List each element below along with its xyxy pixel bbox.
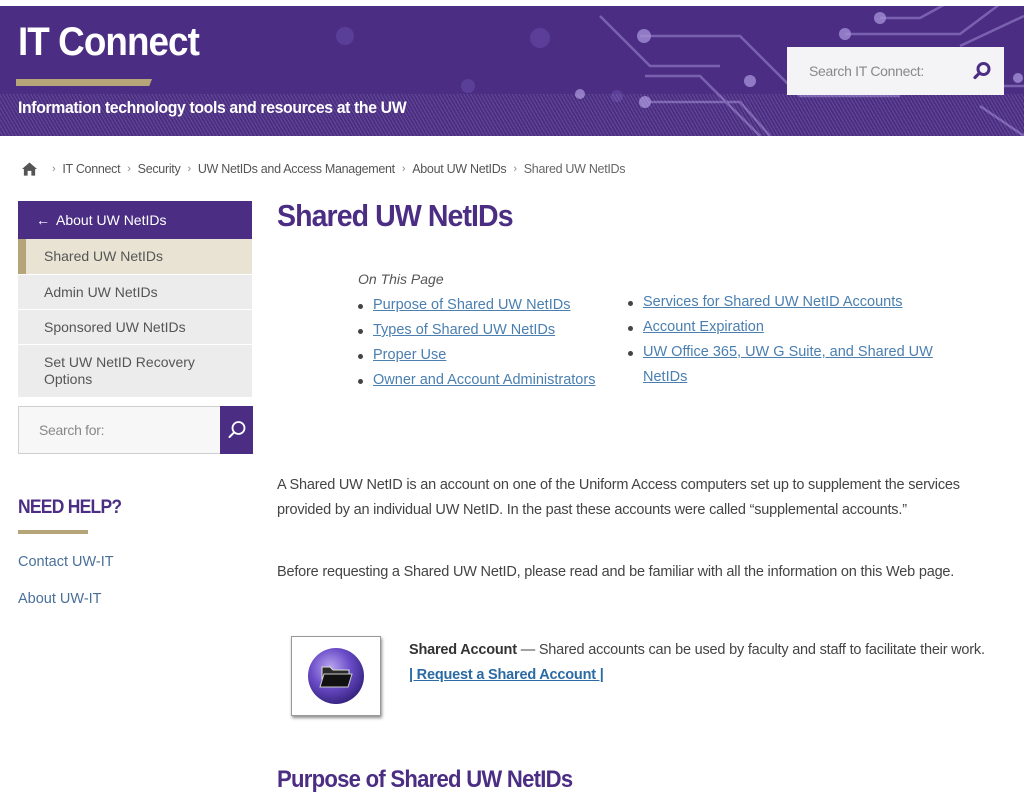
breadcrumb-separator: › — [187, 163, 191, 175]
before-requesting-paragraph: Before requesting a Shared UW NetID, ple… — [277, 564, 955, 580]
site-title[interactable]: IT Connect — [18, 20, 200, 65]
breadcrumb-link-about-netids[interactable]: About UW NetIDs — [412, 162, 506, 176]
breadcrumb-link-netids-access[interactable]: UW NetIDs and Access Management — [198, 162, 395, 176]
toc-link-proper-use[interactable]: Proper Use — [373, 347, 446, 363]
sidebar-search-button[interactable] — [220, 406, 253, 454]
toc-item: UW Office 365, UW G Suite, and Shared UW… — [628, 340, 958, 390]
header-search-box — [787, 47, 1004, 95]
intro-paragraph: A Shared UW NetID is an account on one o… — [277, 477, 960, 518]
sidebar-item-label: Admin UW NetIDs — [44, 283, 158, 300]
toc-item: Purpose of Shared UW NetIDs — [358, 293, 598, 318]
about-uw-it-link[interactable]: About UW-IT — [18, 591, 102, 607]
sidebar-search-input[interactable] — [19, 407, 220, 453]
toc-link-owner-admins[interactable]: Owner and Account Administrators — [373, 372, 595, 388]
contact-uw-it-link[interactable]: Contact UW-IT — [18, 554, 114, 570]
title-underline-bar — [16, 79, 152, 86]
need-help-heading: NEED HELP? — [18, 497, 122, 518]
search-icon[interactable] — [972, 61, 992, 81]
toc-link-purpose[interactable]: Purpose of Shared UW NetIDs — [373, 297, 570, 313]
home-icon[interactable] — [22, 162, 37, 176]
toc-item: Owner and Account Administrators — [358, 368, 598, 393]
toc-link-office365-gsuite[interactable]: UW Office 365, UW G Suite, and Shared UW… — [643, 344, 933, 385]
toc-link-services[interactable]: Services for Shared UW NetID Accounts — [643, 294, 903, 310]
sidebar-search-box — [18, 406, 253, 454]
arrow-left-icon: ← — [36, 212, 50, 228]
toc-item: Proper Use — [358, 343, 598, 368]
toc-list-right: Services for Shared UW NetID Accounts Ac… — [628, 290, 958, 390]
breadcrumb-separator: › — [401, 163, 406, 175]
toc-link-expiration[interactable]: Account Expiration — [643, 319, 764, 335]
feature-description: Shared accounts can be used by faculty a… — [538, 642, 985, 658]
site-header: IT Connect Information technology tools … — [0, 6, 1024, 136]
sidebar-item-admin-netids[interactable]: Admin UW NetIDs — [18, 274, 252, 309]
feature-dash: — — [516, 642, 539, 658]
sidebar-item-recovery-options[interactable]: Set UW NetID Recovery Options — [18, 344, 252, 397]
sidebar-parent-link[interactable]: ← About UW NetIDs — [18, 201, 252, 239]
sidebar-item-label: Sponsored UW NetIDs — [44, 318, 186, 335]
header-search-input[interactable] — [787, 63, 957, 79]
sidebar-item-sponsored-netids[interactable]: Sponsored UW NetIDs — [18, 309, 252, 344]
need-help-underline — [18, 530, 88, 534]
toc-label: On This Page — [358, 271, 444, 287]
sidebar-item-label: Shared UW NetIDs — [44, 248, 164, 264]
search-icon — [228, 421, 245, 438]
breadcrumb-separator: › — [127, 163, 131, 175]
breadcrumb: › IT Connect › Security › UW NetIDs and … — [22, 162, 626, 176]
sidebar-nav: ← About UW NetIDs Shared UW NetIDs Admin… — [18, 201, 252, 397]
sidebar-item-shared-netids[interactable]: Shared UW NetIDs — [18, 239, 252, 274]
site-tagline: Information technology tools and resourc… — [18, 98, 407, 117]
breadcrumb-current: Shared UW NetIDs — [523, 162, 626, 176]
toc-list-left: Purpose of Shared UW NetIDs Types of Sha… — [358, 293, 598, 393]
page-title: Shared UW NetIDs — [277, 198, 514, 233]
feature-title: Shared Account — [409, 642, 517, 658]
toc-item: Types of Shared UW NetIDs — [358, 318, 598, 343]
breadcrumb-link-security[interactable]: Security — [138, 162, 181, 176]
folder-icon — [308, 648, 364, 704]
sidebar-parent-label: About UW NetIDs — [56, 212, 167, 228]
toc-link-types[interactable]: Types of Shared UW NetIDs — [373, 322, 555, 338]
shared-account-feature: Shared Account — Shared accounts can be … — [409, 638, 989, 688]
breadcrumb-separator: › — [52, 163, 56, 175]
request-shared-account-link[interactable]: | Request a Shared Account | — [409, 667, 604, 683]
sidebar-item-label: Set UW NetID Recovery Options — [44, 354, 195, 387]
breadcrumb-separator: › — [513, 163, 517, 175]
toc-item: Services for Shared UW NetID Accounts — [628, 290, 958, 315]
toc-item: Account Expiration — [628, 315, 958, 340]
shared-account-image — [291, 636, 381, 716]
section-heading-purpose: Purpose of Shared UW NetIDs — [277, 766, 573, 793]
breadcrumb-link-it-connect[interactable]: IT Connect — [62, 162, 120, 176]
